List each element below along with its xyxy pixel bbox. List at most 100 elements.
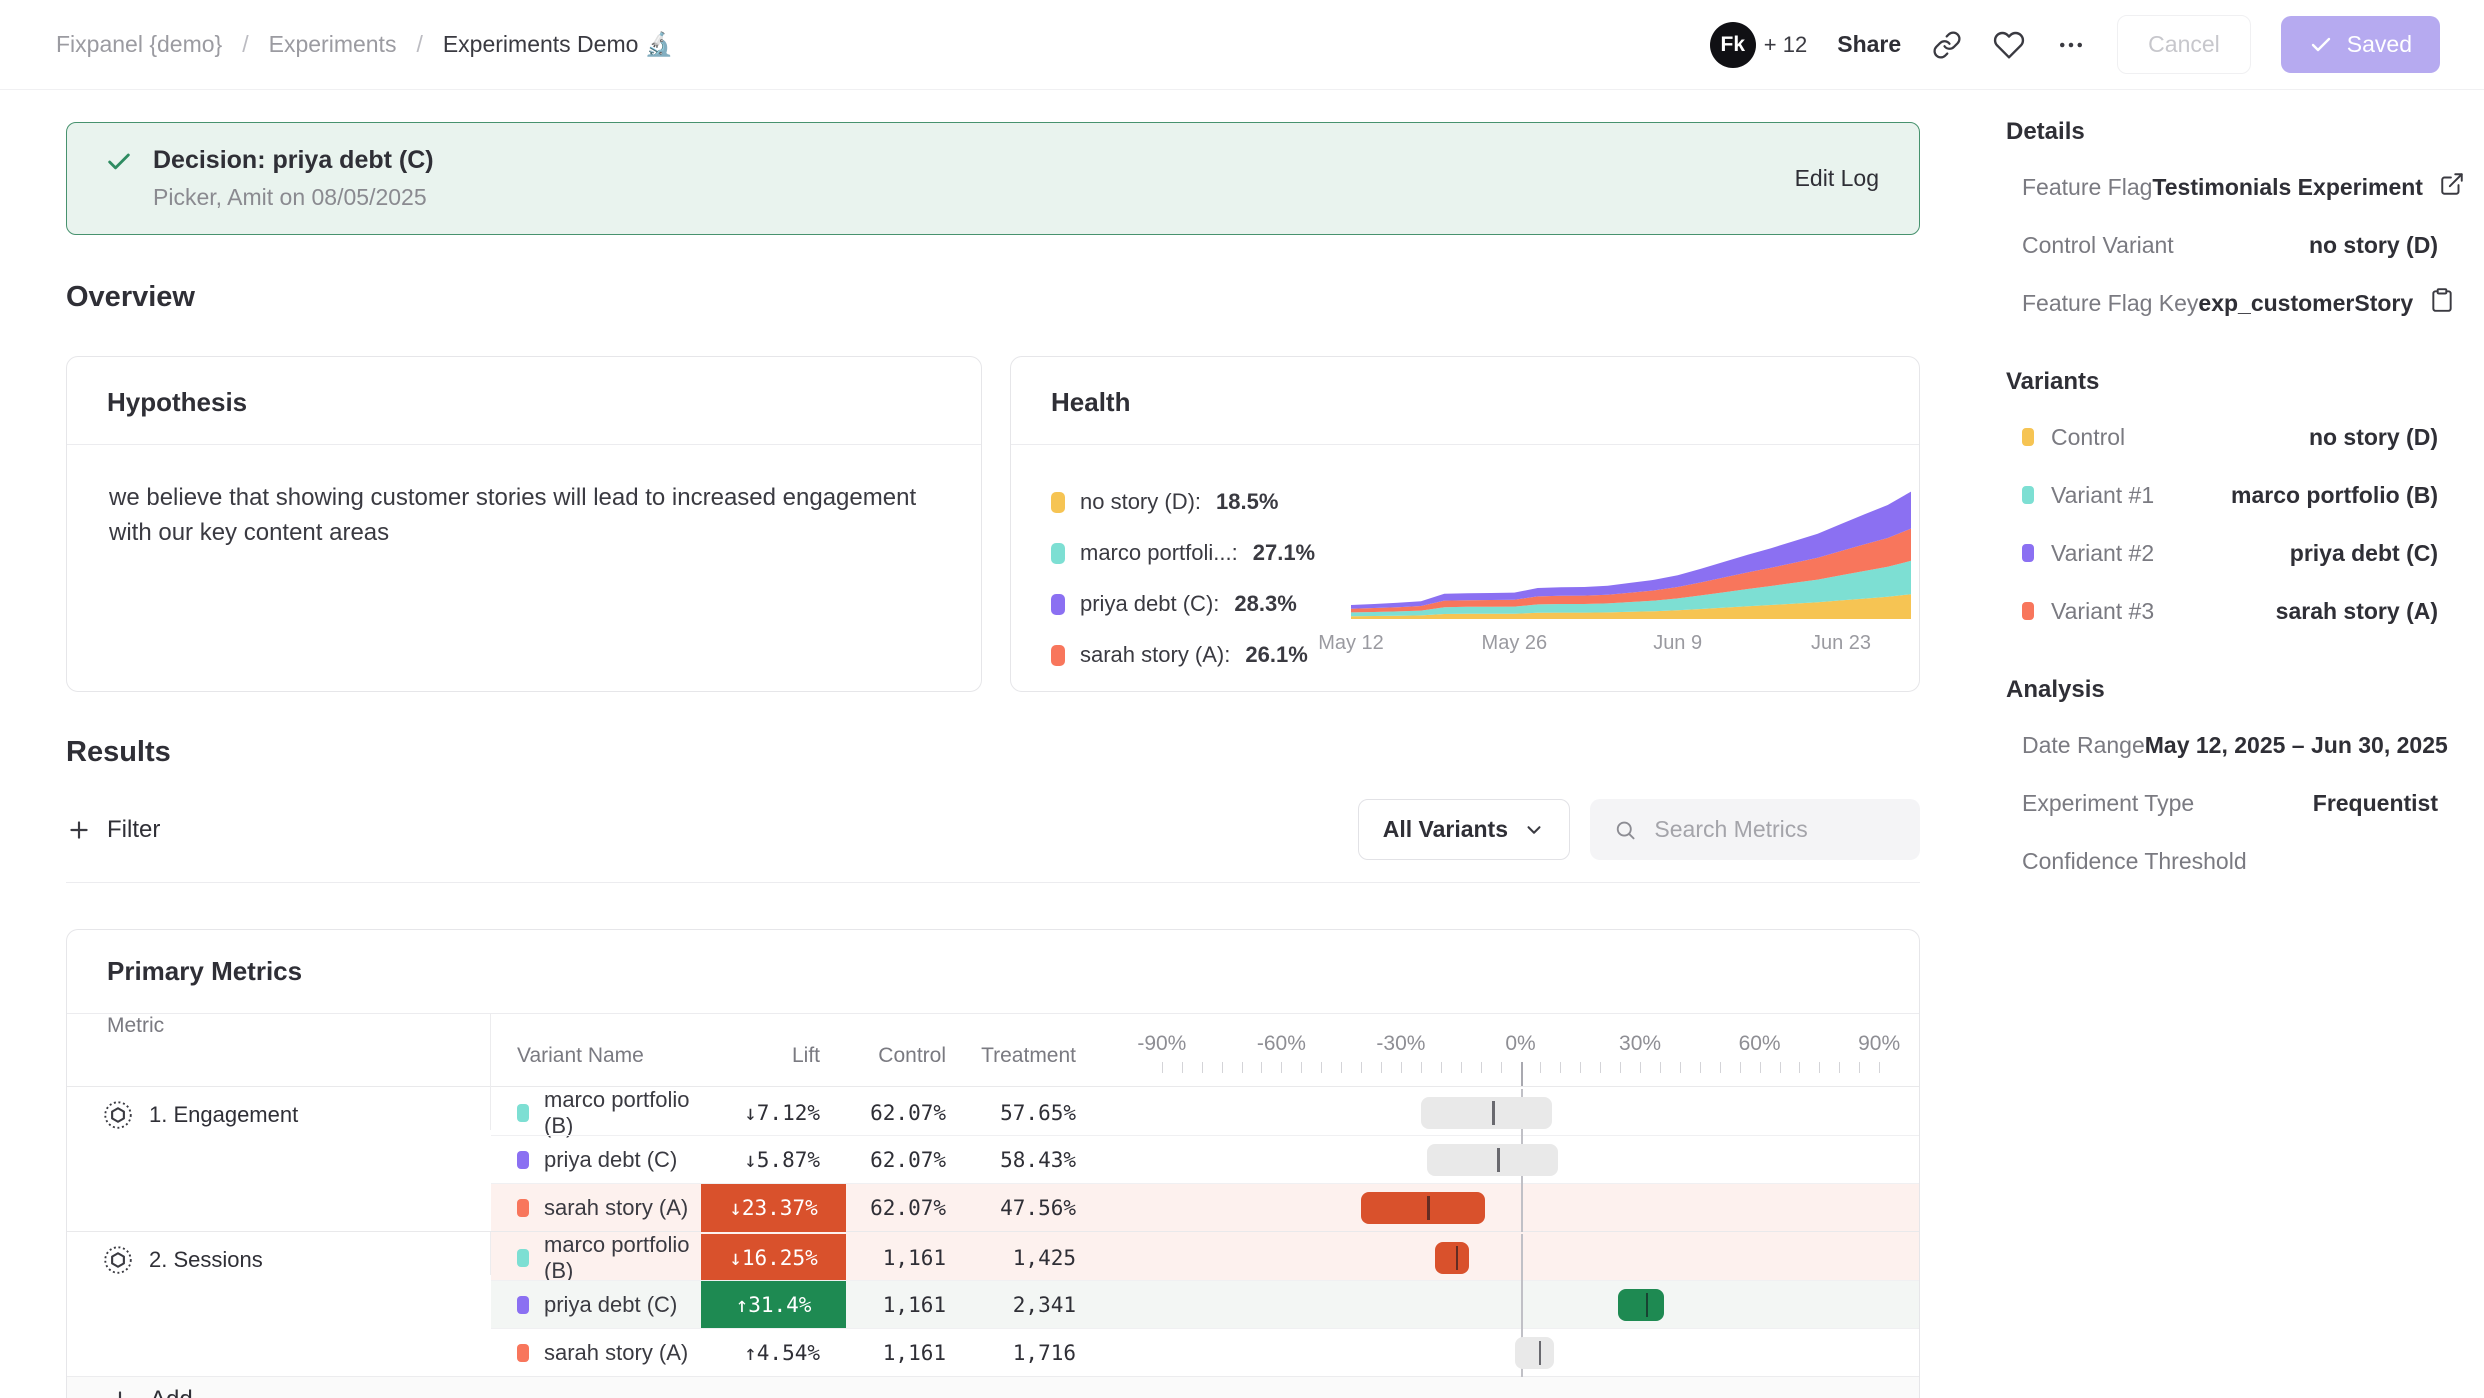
- confidence-interval-bar: [1515, 1337, 1555, 1369]
- search-metrics-input[interactable]: [1652, 815, 1896, 844]
- breadcrumb-separator: /: [416, 31, 422, 58]
- add-filter-button[interactable]: Filter: [66, 816, 160, 844]
- column-metric: Metric: [67, 1014, 491, 1098]
- zero-line: [1521, 1184, 1523, 1232]
- collaborators[interactable]: Fk + 12: [1710, 22, 1807, 68]
- treatment-value: 47.56%: [966, 1196, 1096, 1220]
- x-axis-label: May 26: [1482, 632, 1548, 654]
- breadcrumb-project[interactable]: Fixpanel {demo}: [56, 31, 222, 58]
- axis-minor-tick: [1859, 1062, 1860, 1073]
- plus-icon: [66, 817, 92, 843]
- variant-name: sarah story (A): [544, 1195, 688, 1221]
- primary-metrics-title: Primary Metrics: [67, 930, 1919, 1014]
- table-row[interactable]: priya debt (C)↑31.4%1,1612,341: [491, 1280, 1919, 1328]
- metric-rows: marco portfolio (B)↓16.25%1,1611,425priy…: [491, 1232, 1919, 1376]
- table-row[interactable]: marco portfolio (B)↓7.12%62.07%57.65%: [491, 1087, 1919, 1135]
- health-legend-item: marco portfoli...27.1%: [1051, 540, 1351, 566]
- breadcrumb-experiments[interactable]: Experiments: [269, 31, 397, 58]
- sidebar-row: Variant #2priya debt (C): [2006, 524, 2438, 582]
- sidebar-row-label: Variant #3: [2022, 598, 2154, 625]
- health-stacked-area-chart: May 12May 26Jun 9Jun 23: [1351, 469, 1921, 668]
- control-value: 62.07%: [846, 1196, 966, 1220]
- sidebar-label-text: Variant #2: [2051, 540, 2154, 567]
- external-link-icon: [2439, 171, 2465, 197]
- health-title: Health: [1011, 357, 1919, 445]
- metric-group: 2. Sessionsmarco portfolio (B)↓16.25%1,1…: [67, 1231, 1919, 1376]
- table-row[interactable]: sarah story (A)↓23.37%62.07%47.56%: [491, 1183, 1919, 1231]
- copy-icon[interactable]: [2429, 287, 2455, 319]
- analysis-heading: Analysis: [2006, 676, 2438, 704]
- axis-minor-tick: [1202, 1062, 1203, 1073]
- axis-minor-tick: [1700, 1062, 1701, 1073]
- variant-swatch: [517, 1104, 529, 1122]
- lift-value: ↓5.87%: [701, 1148, 846, 1172]
- variant-cell: marco portfolio (B): [491, 1232, 701, 1284]
- share-button[interactable]: Share: [1837, 31, 1901, 58]
- sidebar-row: Feature Flag Keyexp_customerStory: [2006, 274, 2438, 332]
- variant-swatch: [2022, 602, 2034, 620]
- axis-minor-tick: [1261, 1062, 1262, 1073]
- axis-minor-tick: [1242, 1062, 1243, 1073]
- sidebar-value-text: Frequentist: [2313, 790, 2438, 817]
- zero-line: [1521, 1281, 1523, 1329]
- experiments-page: Fixpanel {demo} / Experiments / Experime…: [0, 0, 2484, 1398]
- check-icon: [105, 148, 133, 176]
- confidence-interval-bar: [1361, 1192, 1485, 1224]
- variant-swatch: [2022, 544, 2034, 562]
- control-value: 62.07%: [846, 1148, 966, 1172]
- axis-minor-tick: [1421, 1062, 1422, 1073]
- saved-button[interactable]: Saved: [2281, 16, 2440, 73]
- lift-axis: -90%-60%-30%0%30%60%90%: [1122, 1014, 1919, 1098]
- sidebar-row-value[interactable]: Testimonials Experiment: [2152, 171, 2465, 203]
- external-link-icon[interactable]: [2439, 171, 2465, 203]
- metric-name-cell[interactable]: 2. Sessions: [67, 1232, 491, 1275]
- add-metric-button[interactable]: Add: [67, 1376, 1919, 1398]
- sidebar-row-value: no story (D): [2309, 232, 2438, 259]
- copy-link-icon[interactable]: [1931, 29, 1963, 61]
- health-legend: no story (D)18.5%marco portfoli...27.1%p…: [1051, 469, 1351, 668]
- sidebar-row-value[interactable]: exp_customerStory: [2198, 287, 2455, 319]
- variant-swatch: [517, 1151, 529, 1169]
- table-row[interactable]: sarah story (A)↑4.54%1,1611,716: [491, 1328, 1919, 1376]
- avatar[interactable]: Fk: [1710, 22, 1756, 68]
- treatment-value: 58.43%: [966, 1148, 1096, 1172]
- legend-value: 26.1%: [1245, 642, 1307, 668]
- top-bar: Fixpanel {demo} / Experiments / Experime…: [0, 0, 2484, 90]
- axis-minor-tick: [1799, 1062, 1800, 1073]
- lift-center-tick: [1492, 1101, 1495, 1125]
- axis-minor-tick: [1281, 1062, 1282, 1073]
- axis-minor-tick: [1580, 1062, 1581, 1073]
- metric-rows: marco portfolio (B)↓7.12%62.07%57.65%pri…: [491, 1087, 1919, 1231]
- details-heading: Details: [2006, 118, 2438, 146]
- edit-log-button[interactable]: Edit Log: [1795, 165, 1879, 192]
- sidebar-label-text: Date Range: [2022, 732, 2145, 759]
- sidebar-label-text: Confidence Threshold: [2022, 848, 2247, 875]
- favorite-heart-icon[interactable]: [1993, 29, 2025, 61]
- chevron-down-icon: [1523, 819, 1545, 841]
- health-legend-item: sarah story (A)26.1%: [1051, 642, 1351, 668]
- sidebar-row-label: Date Range: [2022, 732, 2145, 759]
- metric-target-icon: [103, 1100, 133, 1130]
- cancel-button[interactable]: Cancel: [2117, 15, 2251, 74]
- axis-tick-label: 90%: [1858, 1032, 1900, 1056]
- table-header: Metric Variant Name Lift Control Treatme…: [67, 1014, 1919, 1086]
- x-axis-label: Jun 9: [1653, 632, 1702, 654]
- sidebar-label-text: Variant #3: [2051, 598, 2154, 625]
- variant-cell: sarah story (A): [491, 1340, 701, 1366]
- table-row[interactable]: priya debt (C)↓5.87%62.07%58.43%: [491, 1135, 1919, 1183]
- more-options-icon[interactable]: [2055, 29, 2087, 61]
- legend-value: 28.3%: [1234, 591, 1296, 617]
- table-row[interactable]: marco portfolio (B)↓16.25%1,1611,425: [491, 1232, 1919, 1280]
- axis-minor-tick: [1720, 1062, 1721, 1073]
- variant-swatch: [2022, 428, 2034, 446]
- variants-dropdown[interactable]: All Variants: [1358, 799, 1570, 860]
- axis-minor-tick: [1361, 1062, 1362, 1073]
- copy-icon: [2429, 287, 2455, 313]
- metric-name-cell[interactable]: 1. Engagement: [67, 1087, 491, 1130]
- lift-chip: ↑31.4%: [701, 1281, 846, 1329]
- health-legend-item: no story (D)18.5%: [1051, 489, 1351, 515]
- sidebar-row-value: May 12, 2025 – Jun 30, 2025: [2145, 732, 2448, 759]
- lift-value: ↓7.12%: [701, 1101, 846, 1125]
- confidence-interval-bar: [1435, 1242, 1469, 1274]
- legend-value: 27.1%: [1253, 540, 1315, 566]
